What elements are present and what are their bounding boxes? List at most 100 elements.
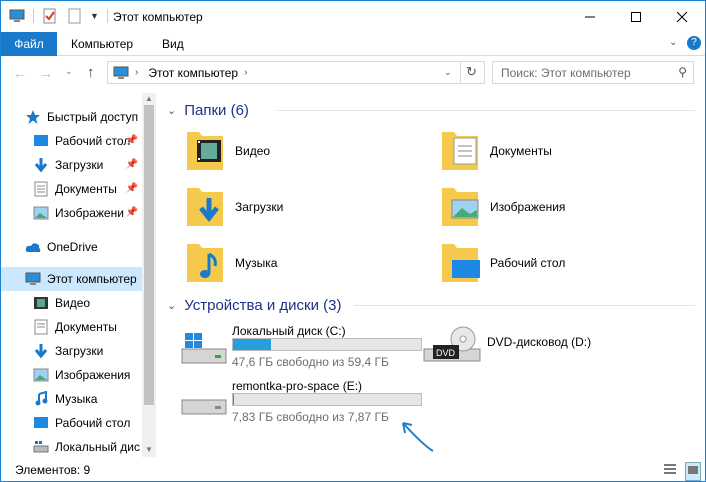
sidebar-scrollbar[interactable]: ▲ ▼	[142, 93, 156, 457]
folder-label: Музыка	[235, 256, 278, 270]
drive-label: remontka-pro-space (E:)	[232, 379, 363, 393]
pin-icon[interactable]: 📌	[126, 207, 138, 218]
tab-view[interactable]: Вид	[162, 32, 184, 56]
forward-arrow-icon[interactable]: →	[39, 65, 53, 81]
computer-icon	[25, 271, 41, 287]
maximize-button[interactable]	[613, 1, 659, 32]
ribbon-tabs: Файл Компьютер Вид ⌄ ?	[1, 32, 705, 56]
drive-c[interactable]: Локальный диск (C:) 47,6 ГБ свободно из …	[181, 323, 431, 373]
content-pane: ⌄ Папки (6) Видео Документы Загрузки Изо…	[157, 93, 705, 457]
sidebar-item-onedrive[interactable]: OneDrive	[1, 235, 142, 259]
sidebar-item-label: Рабочий стол	[55, 416, 131, 430]
sidebar-item-label: Изображения	[55, 368, 131, 382]
separator	[33, 9, 34, 23]
tab-file[interactable]: Файл	[1, 32, 57, 56]
computer-icon	[9, 9, 25, 23]
sidebar-item-videos[interactable]: Видео	[1, 291, 142, 315]
folder-desktop[interactable]: Рабочий стол	[440, 237, 565, 289]
drive-icon	[33, 439, 49, 455]
svg-text:DVD: DVD	[436, 348, 456, 358]
sidebar-item-desktop[interactable]: Рабочий стол	[1, 411, 142, 435]
sidebar-item-documents-pinned[interactable]: Документы 📌	[1, 177, 142, 201]
scroll-up-icon[interactable]: ▲	[145, 94, 153, 103]
download-folder-icon	[185, 184, 225, 231]
sidebar-item-label: Документы	[55, 320, 117, 334]
sidebar-item-desktop-pinned[interactable]: Рабочий стол 📌	[1, 129, 142, 153]
details-view-icon[interactable]	[663, 462, 677, 479]
group-title: Устройства и диски (3)	[184, 296, 342, 314]
chevron-down-icon[interactable]: ⌄	[444, 67, 452, 78]
group-title: Папки (6)	[184, 101, 249, 119]
sidebar-item-downloads[interactable]: Загрузки	[1, 339, 142, 363]
properties-icon[interactable]	[42, 8, 58, 24]
music-icon	[33, 391, 49, 407]
up-arrow-icon[interactable]: ↑	[87, 64, 95, 81]
folder-documents[interactable]: Документы	[440, 125, 552, 177]
annotation-arrow	[402, 422, 434, 452]
breadcrumb-separator-icon[interactable]: ›	[244, 67, 247, 78]
search-icon: ⚲	[678, 65, 687, 79]
back-arrow-icon[interactable]: ←	[13, 65, 27, 81]
chevron-down-icon[interactable]: ⌄	[167, 299, 176, 312]
sidebar-item-pictures-pinned[interactable]: Изображени 📌	[1, 201, 142, 225]
sidebar-item-label: Изображени	[55, 206, 124, 220]
picture-folder-icon	[440, 184, 480, 231]
sidebar-item-music[interactable]: Музыка	[1, 387, 142, 411]
quick-access-toolbar: ▼	[9, 7, 108, 25]
breadcrumb[interactable]: Этот компьютер	[148, 66, 238, 80]
close-button[interactable]	[659, 1, 705, 32]
drive-free-space: 47,6 ГБ свободно из 59,4 ГБ	[232, 355, 389, 369]
dvd-drive-icon: DVD	[423, 325, 483, 366]
customize-toolbar-icon[interactable]: ▼	[90, 11, 99, 21]
item-count: Элементов: 9	[15, 463, 91, 477]
folders-group-header[interactable]: ⌄ Папки (6)	[167, 99, 249, 121]
document-folder-icon	[440, 128, 480, 175]
new-folder-icon[interactable]	[68, 8, 82, 24]
picture-icon	[33, 367, 49, 383]
refresh-icon[interactable]: ↻	[466, 64, 477, 80]
chevron-down-icon[interactable]: ⌄	[669, 37, 677, 48]
recent-locations-icon[interactable]: ⌄	[65, 66, 73, 77]
folder-music[interactable]: Музыка	[185, 237, 277, 289]
breadcrumb-separator-icon[interactable]: ›	[135, 67, 138, 78]
navigation-pane: Быстрый доступ Рабочий стол 📌 Загрузки 📌…	[1, 93, 156, 457]
separator	[460, 62, 461, 83]
windows-drive-icon	[181, 331, 227, 368]
sidebar-item-label: Загрузки	[55, 344, 104, 358]
video-icon	[33, 295, 49, 311]
sidebar-item-downloads-pinned[interactable]: Загрузки 📌	[1, 153, 142, 177]
sidebar-item-documents[interactable]: Документы	[1, 315, 142, 339]
scrollbar-thumb[interactable]	[144, 105, 154, 405]
folder-videos[interactable]: Видео	[185, 125, 270, 177]
pin-icon[interactable]: 📌	[126, 183, 138, 194]
tab-computer[interactable]: Компьютер	[71, 32, 133, 56]
navigation-bar: ← → ⌄ ↑ › Этот компьютер › ⌄ ↻ Поиск: Эт…	[1, 56, 705, 92]
pin-icon[interactable]: 📌	[126, 135, 138, 146]
help-icon[interactable]: ?	[687, 36, 701, 50]
sidebar-item-pictures[interactable]: Изображения	[1, 363, 142, 387]
chevron-down-icon[interactable]: ⌄	[167, 104, 176, 117]
folder-label: Документы	[490, 144, 552, 158]
sidebar-item-quick-access[interactable]: Быстрый доступ	[1, 105, 142, 129]
folder-downloads[interactable]: Загрузки	[185, 181, 283, 233]
folder-pictures[interactable]: Изображения	[440, 181, 565, 233]
drive-usage-fill	[233, 394, 234, 405]
devices-group-header[interactable]: ⌄ Устройства и диски (3)	[167, 294, 341, 316]
scroll-down-icon[interactable]: ▼	[145, 445, 153, 454]
pin-icon[interactable]: 📌	[126, 159, 138, 170]
download-icon	[33, 343, 49, 359]
sidebar-item-label: Видео	[55, 296, 91, 310]
large-icons-view-icon[interactable]	[685, 462, 701, 481]
address-bar[interactable]: › Этот компьютер › ⌄ ↻	[107, 61, 485, 84]
drive-d[interactable]: DVD DVD-дисковод (D:)	[423, 323, 673, 373]
folder-label: Видео	[235, 144, 271, 158]
status-bar: Элементов: 9	[1, 457, 705, 481]
drive-usage-bar	[232, 393, 422, 406]
search-input[interactable]: Поиск: Этот компьютер ⚲	[492, 61, 694, 84]
sidebar-item-this-pc[interactable]: Этот компьютер	[1, 267, 142, 291]
download-icon	[33, 157, 49, 173]
sidebar-item-local-disk[interactable]: Локальный дис	[1, 435, 142, 457]
minimize-button[interactable]	[567, 1, 613, 32]
desktop-icon	[33, 415, 49, 431]
divider	[354, 305, 695, 306]
